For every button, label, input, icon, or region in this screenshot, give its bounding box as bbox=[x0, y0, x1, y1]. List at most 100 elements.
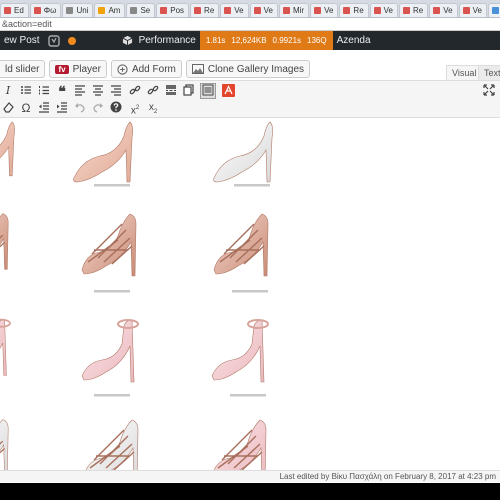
address-bar[interactable]: &action=edit bbox=[0, 18, 500, 31]
form-icon bbox=[117, 63, 128, 75]
shoe-image-pink-strappy[interactable] bbox=[211, 419, 267, 470]
browser-tab-label: Ve bbox=[263, 6, 273, 15]
acrobat-icon[interactable] bbox=[221, 84, 235, 98]
browser-tab[interactable]: Ve bbox=[249, 3, 278, 17]
undo-icon[interactable] bbox=[73, 101, 87, 115]
admin-bar: ew Post Performance 1.81s 12,624KB 0.992… bbox=[0, 31, 500, 50]
metric-time: 1.81s bbox=[205, 36, 226, 45]
browser-tab-label: Ve bbox=[443, 6, 453, 15]
browser-tab-label: Re bbox=[353, 6, 364, 15]
shoe-image-rose-strappy-2[interactable] bbox=[213, 213, 269, 277]
browser-tab[interactable]: Ve bbox=[369, 3, 398, 17]
browser-tab[interactable]: Re bbox=[339, 3, 369, 17]
browser-tab-label: Ve bbox=[324, 6, 334, 15]
editor-content[interactable] bbox=[0, 118, 500, 470]
read-more-icon[interactable] bbox=[164, 84, 178, 98]
shoe-image-blush-ankle-2[interactable] bbox=[211, 319, 269, 383]
browser-tab-label: Pos bbox=[170, 6, 185, 15]
browser-tab[interactable]: Φω bbox=[29, 3, 62, 17]
browser-tab[interactable]: Se bbox=[126, 3, 156, 17]
browser-tab-label: Re bbox=[413, 6, 424, 15]
shoe-image-white-partial[interactable] bbox=[0, 418, 9, 470]
superscript-icon[interactable]: x2 bbox=[128, 101, 142, 116]
tab-text[interactable]: Text bbox=[478, 65, 500, 80]
media-buttons-row: ld slider fv Player Add Form Clone Galle… bbox=[0, 59, 314, 79]
outdent-icon[interactable] bbox=[37, 101, 51, 115]
shoe-image-ankle-partial[interactable] bbox=[0, 318, 11, 377]
help-icon[interactable] bbox=[109, 101, 123, 115]
tab-favicon-icon bbox=[194, 7, 202, 14]
tab-favicon-icon bbox=[433, 7, 441, 14]
os-taskbar bbox=[0, 483, 500, 500]
add-form-label: Add Form bbox=[131, 63, 176, 75]
numbered-list-icon[interactable] bbox=[37, 84, 51, 98]
tab-visual[interactable]: Visual bbox=[446, 65, 483, 80]
browser-tab[interactable]: Uni bbox=[62, 3, 94, 17]
eraser-icon[interactable] bbox=[1, 101, 15, 115]
browser-tab[interactable]: Ve bbox=[429, 3, 458, 17]
browser-tab[interactable]: Pos bbox=[156, 3, 190, 17]
browser-tab[interactable]: Re bbox=[190, 3, 220, 17]
link-icon[interactable] bbox=[128, 84, 142, 98]
shoe-image-rose-strappy[interactable] bbox=[81, 213, 137, 277]
subscript-icon[interactable]: x2 bbox=[146, 101, 160, 115]
browser-tab-label: Ve bbox=[234, 6, 244, 15]
browser-tab-strip: EdΦωUniAmSePosReVeVeMirVeReVeReVeVeSprSp… bbox=[0, 0, 500, 18]
fv-player-button[interactable]: fv Player bbox=[49, 60, 107, 78]
tab-favicon-icon bbox=[98, 7, 106, 14]
shoe-image-pink-pump[interactable] bbox=[73, 121, 134, 183]
shoe-image-strappy-partial[interactable] bbox=[0, 212, 9, 271]
browser-tab[interactable]: Mir bbox=[278, 3, 310, 17]
shoe-gallery bbox=[0, 121, 274, 470]
indent-icon[interactable] bbox=[55, 101, 69, 115]
shoe-image-white-strappy[interactable] bbox=[83, 419, 139, 470]
blockquote-icon[interactable]: ❝ bbox=[55, 84, 69, 98]
performance-menu[interactable]: Performance bbox=[118, 31, 200, 50]
toolbar-toggle-icon[interactable] bbox=[200, 83, 216, 99]
new-post-link[interactable]: ew Post bbox=[0, 31, 44, 50]
add-slider-button[interactable]: ld slider bbox=[0, 60, 46, 78]
yoast-icon[interactable] bbox=[44, 31, 64, 50]
browser-tab[interactable]: Ve bbox=[310, 3, 339, 17]
add-form-button[interactable]: Add Form bbox=[110, 60, 182, 78]
browser-tab[interactable]: Ed bbox=[0, 3, 29, 17]
metric-db-time: 0.9921s bbox=[272, 36, 302, 45]
special-character-icon[interactable]: Ω bbox=[19, 101, 33, 115]
browser-tab[interactable]: Re bbox=[399, 3, 429, 17]
browser-tab-label: Ve bbox=[383, 6, 393, 15]
shoe-image-white-pump[interactable] bbox=[213, 121, 274, 183]
browser-tab[interactable]: Ve bbox=[220, 3, 249, 17]
browser-tab[interactable]: Ve bbox=[458, 3, 487, 17]
clone-gallery-button[interactable]: Clone Gallery Images bbox=[185, 60, 311, 78]
site-name-link[interactable]: Azenda bbox=[333, 31, 375, 50]
browser-tab-label: Am bbox=[108, 6, 121, 15]
align-left-icon[interactable] bbox=[73, 84, 87, 98]
browser-tab[interactable]: Spr bbox=[487, 3, 500, 17]
tab-favicon-icon bbox=[33, 7, 41, 14]
query-monitor-metrics[interactable]: 1.81s 12,624KB 0.9921s 136Q bbox=[199, 31, 333, 50]
align-center-icon[interactable] bbox=[91, 84, 105, 98]
tab-favicon-icon bbox=[314, 7, 322, 14]
fv-player-icon: fv bbox=[55, 64, 69, 74]
italic-icon[interactable]: I bbox=[1, 84, 15, 98]
unlink-icon[interactable] bbox=[146, 84, 160, 98]
browser-tab[interactable]: Am bbox=[94, 3, 126, 17]
tab-favicon-icon bbox=[253, 7, 261, 14]
fullscreen-icon[interactable] bbox=[182, 84, 196, 98]
browser-tab-label: Se bbox=[140, 6, 151, 15]
tab-favicon-icon bbox=[491, 7, 499, 14]
shoe-image-pink-pump-partial[interactable] bbox=[0, 121, 16, 177]
tab-favicon-icon bbox=[462, 7, 470, 14]
browser-tab-label: Ed bbox=[14, 6, 24, 15]
expand-icon[interactable] bbox=[482, 84, 496, 98]
tab-favicon-icon bbox=[224, 7, 232, 14]
tab-favicon-icon bbox=[66, 7, 74, 14]
clone-gallery-label: Clone Gallery Images bbox=[207, 63, 305, 75]
redo-icon[interactable] bbox=[91, 101, 105, 115]
shoe-image-blush-ankle[interactable] bbox=[81, 319, 139, 383]
status-dot-icon[interactable] bbox=[64, 31, 80, 50]
image-caption bbox=[230, 394, 266, 397]
align-right-icon[interactable] bbox=[109, 84, 123, 98]
bullet-list-icon[interactable] bbox=[19, 84, 33, 98]
image-caption bbox=[94, 290, 130, 293]
